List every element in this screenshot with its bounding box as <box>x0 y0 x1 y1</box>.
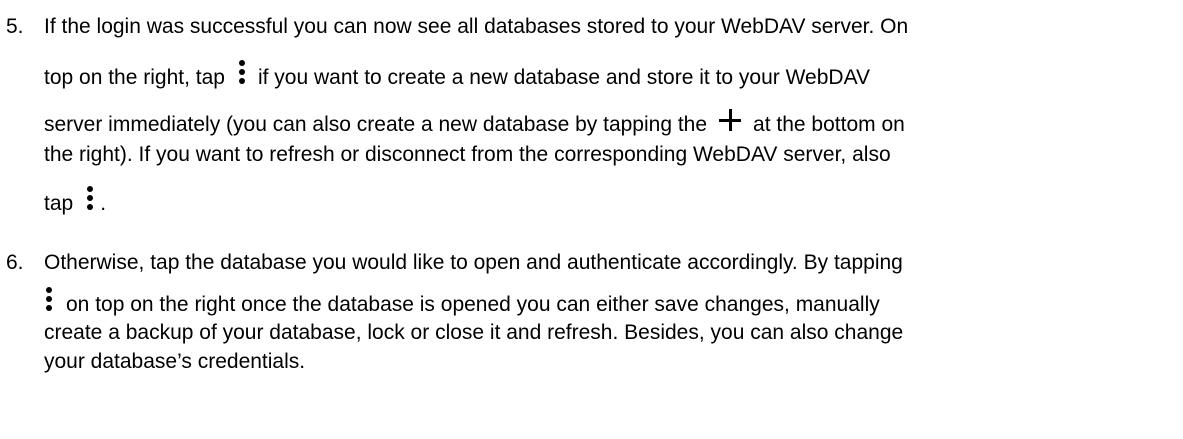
more-vertical-icon <box>237 60 247 84</box>
text-line: the right). If you want to refresh or di… <box>44 140 891 170</box>
text-line-content: If the login was successful you can now … <box>44 15 909 38</box>
plus-icon <box>719 109 742 131</box>
text-line-before: tap <box>44 192 74 215</box>
text-line-content: your database’s credentials. <box>44 350 306 373</box>
text-line: on top on the right once the database is… <box>44 287 880 320</box>
text-line: Otherwise, tap the database you would li… <box>44 248 903 278</box>
text-line: If the login was successful you can now … <box>44 12 908 42</box>
text-line: your database’s credentials. <box>44 347 305 377</box>
text-line-content: Otherwise, tap the database you would li… <box>44 251 903 274</box>
text-line-after: if you want to create a new database and… <box>257 66 871 89</box>
text-line-before: server immediately (you can also create … <box>44 113 708 136</box>
more-vertical-icon <box>44 287 54 311</box>
text-line-content: the right). If you want to refresh or di… <box>44 143 891 166</box>
more-vertical-icon <box>85 186 95 210</box>
text-line-after: at the bottom on <box>753 113 905 136</box>
text-line-before: top on the right, tap <box>44 66 225 89</box>
text-line: tap. <box>44 186 106 219</box>
text-line: top on the right, tap if you want to crea… <box>44 60 870 93</box>
text-line-after: . <box>100 192 107 215</box>
text-line: server immediately (you can also create … <box>44 109 905 140</box>
instructions-document: 5. If the login was successful you can n… <box>0 0 1183 439</box>
text-line-content: create a backup of your database, lock o… <box>44 321 904 344</box>
step-number: 6. <box>6 251 24 274</box>
step-number: 5. <box>6 15 24 38</box>
text-line: create a backup of your database, lock o… <box>44 318 903 348</box>
text-line-after: on top on the right once the database is… <box>66 293 880 316</box>
